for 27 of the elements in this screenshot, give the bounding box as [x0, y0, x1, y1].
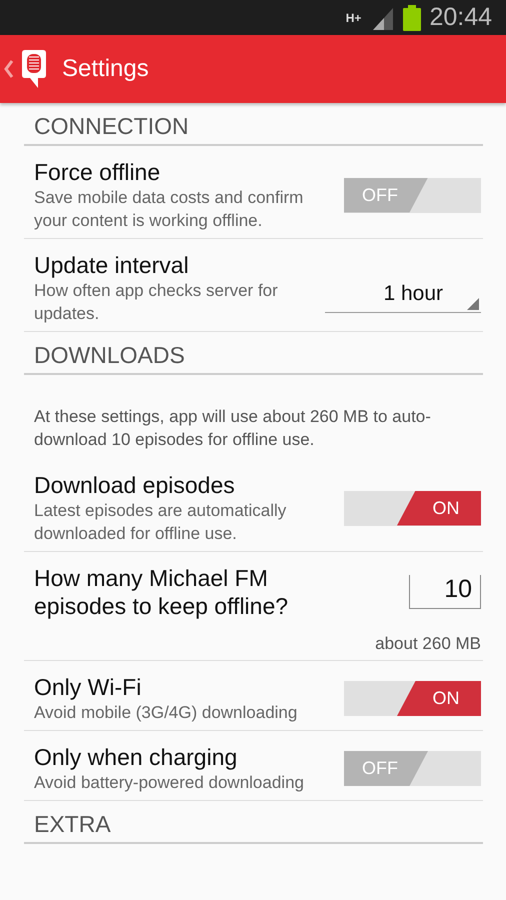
- setting-summary: Save mobile data costs and confirm your content is working offline.: [34, 187, 304, 232]
- microphone-speech-icon: [20, 49, 48, 89]
- back-icon: [4, 60, 14, 78]
- signal-icon: [373, 6, 396, 30]
- size-estimate: about 260 MB: [374, 634, 481, 654]
- info-text: At these settings, app will use about 260 MB to auto-download 10 episodes for offline use.: [33, 406, 432, 451]
- setting-title: Download episodes: [34, 471, 236, 499]
- setting-summary: How often app checks server for updates.: [34, 280, 279, 325]
- episode-count-field[interactable]: 10: [409, 575, 481, 609]
- toggle-switch[interactable]: ON: [344, 490, 481, 526]
- network-type: H+: [346, 10, 362, 24]
- setting-summary: Latest episodes are automatically downloaded for offline use.: [34, 500, 288, 545]
- setting-title: Only when charging: [34, 743, 238, 771]
- setting-title: Update interval: [34, 251, 190, 279]
- setting-title: Only Wi-Fi: [34, 673, 142, 701]
- screen-title: Settings: [62, 55, 149, 83]
- clock: 20:44: [429, 3, 492, 32]
- toggle-switch[interactable]: ON: [344, 681, 481, 716]
- interval-dropdown[interactable]: 1 hour: [325, 282, 481, 312]
- setting-summary: Avoid mobile (3G/4G) downloading: [34, 702, 298, 724]
- section-header: EXTRA: [24, 801, 483, 844]
- setting-title: Force offline: [34, 158, 162, 186]
- section-header: CONNECTION: [24, 103, 483, 146]
- setting-summary: Avoid battery-powered downloading: [34, 772, 305, 794]
- setting-title: How many Michael FM episodes to keep offline?: [34, 564, 290, 620]
- section-header: DOWNLOADS: [24, 332, 483, 375]
- battery-icon: [403, 4, 422, 30]
